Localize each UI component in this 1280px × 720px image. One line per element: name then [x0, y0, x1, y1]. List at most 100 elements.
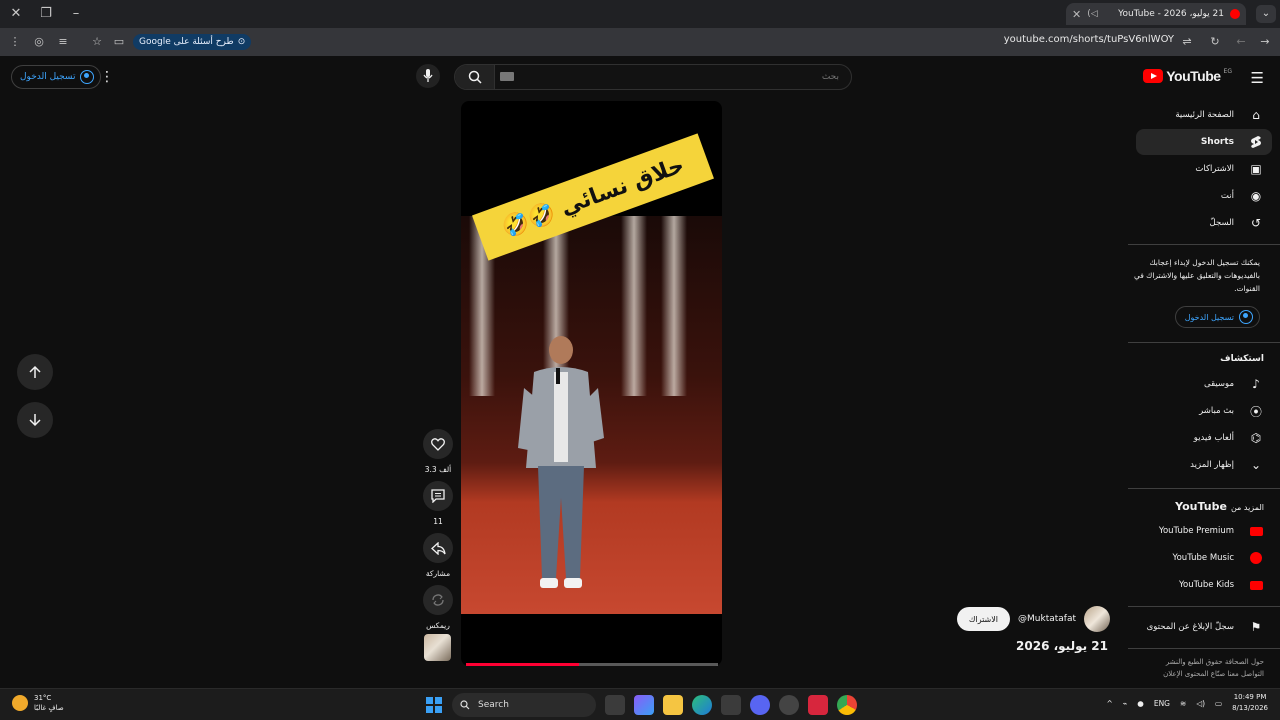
channel-row: الاشتراك @Muktatafat [956, 606, 1110, 632]
volume-icon[interactable]: ◁) [1196, 699, 1205, 708]
menu-icon[interactable]: ⋮ [8, 35, 22, 49]
app-icon[interactable] [779, 695, 799, 715]
reading-mode-icon[interactable]: ≡ [56, 35, 70, 49]
chevron-down-icon: ⌄ [1250, 458, 1262, 472]
home-icon: ⌂ [1252, 108, 1260, 122]
weather-sun-icon [12, 695, 28, 711]
sidebar-item-live[interactable]: بث مباشر ⦿ [1136, 398, 1272, 424]
search-input[interactable] [495, 72, 851, 82]
sidebar-item-shorts[interactable]: Shorts [1136, 129, 1272, 155]
guide-menu-icon[interactable]: ☰ [1251, 69, 1264, 87]
microphone-icon[interactable]: ● [1137, 699, 1144, 708]
ask-google-button[interactable]: ⊙ طرح أسئلة على Google [133, 34, 252, 50]
clock-time: 10:49 PM [1233, 693, 1267, 701]
sidebar-item-gaming[interactable]: ألعاب فيديو ⌬ [1136, 425, 1272, 451]
language-indicator[interactable]: ENG [1154, 699, 1170, 708]
logo-text: YouTube [1166, 68, 1221, 84]
sidebar-item-show-more[interactable]: إظهار المزيد ⌄ [1136, 452, 1272, 478]
windows-start-icon[interactable] [426, 697, 442, 713]
audio-source-thumbnail[interactable] [424, 634, 451, 661]
sidebar-item-home[interactable]: الصفحة الرئيسية ⌂ [1136, 102, 1272, 128]
sidebar-item-report-history[interactable]: سجلّ الإبلاغ عن المحتوى ⚑ [1136, 614, 1272, 640]
minimize-window-icon[interactable]: – [68, 6, 84, 22]
close-tab-icon[interactable]: ✕ [1072, 8, 1081, 21]
network-icon[interactable]: ⌁ [1123, 699, 1128, 708]
youtube-play-icon [1143, 69, 1164, 83]
signin-button[interactable]: تسجيل الدخول [11, 65, 102, 89]
clock[interactable]: 10:49 PM 8/13/2026 [1232, 692, 1268, 714]
app-icon[interactable] [808, 695, 828, 715]
wifi-icon[interactable]: ≋ [1180, 699, 1186, 708]
store-icon[interactable] [721, 695, 741, 715]
chevron-up-icon[interactable]: ^ [1106, 699, 1112, 708]
sidebar-item-subscriptions[interactable]: الاشتراكات ▣ [1136, 156, 1272, 182]
sidebar-item-kids[interactable]: YouTube Kids [1136, 572, 1272, 598]
sidebar-item-label: أنت [1220, 191, 1234, 201]
back-icon[interactable]: → [1258, 35, 1272, 49]
subscribe-button[interactable]: الاشتراك [956, 607, 1011, 631]
like-action: 3.3 ألف [422, 429, 454, 474]
search-button[interactable] [455, 65, 495, 89]
live-icon: ⦿ [1249, 404, 1262, 419]
forward-icon[interactable]: ← [1234, 35, 1248, 49]
share-button[interactable] [423, 533, 453, 563]
edge-icon[interactable] [692, 695, 712, 715]
youtube-logo[interactable]: YouTube EG [1143, 68, 1232, 84]
next-short-button[interactable] [17, 402, 53, 438]
search-icon [460, 700, 470, 710]
comments-button[interactable] [423, 481, 453, 511]
clock-date: 8/13/2026 [1232, 704, 1268, 712]
channel-handle[interactable]: @Muktatafat [1018, 614, 1076, 624]
bookmark-star-icon[interactable]: ☆ [90, 35, 104, 49]
sidebar-item-label: إظهار المزيد [1190, 460, 1234, 470]
channel-avatar[interactable] [1084, 606, 1110, 632]
weather-description: صافٍ غالبًا [34, 704, 64, 712]
cast-icon[interactable]: ▭ [112, 35, 126, 49]
discord-icon[interactable] [750, 695, 770, 715]
video-date: 21 يوليو، 2026 [1016, 639, 1108, 653]
taskbar: 31°C صافٍ غالبًا Search ^ ⌁ ● ENG ≋ ◁) ▭… [0, 688, 1280, 720]
profile-icon[interactable]: ◎ [32, 35, 46, 49]
sidebar-item-label: ألعاب فيديو [1193, 433, 1234, 443]
voice-search-button[interactable] [416, 64, 440, 88]
youtube-premium-icon [1248, 523, 1264, 539]
sidebar-item-music-app[interactable]: YouTube Music [1136, 545, 1272, 571]
url-field[interactable]: youtube.com/shorts/tuPsV6nlWOY [1004, 34, 1174, 45]
browser-tab[interactable]: 21 يوليو، 2026 - YouTube ◁) ✕ [1066, 3, 1246, 25]
footer-line[interactable]: التواصل معنا صنّاع المحتوى الإعلان [1124, 668, 1264, 680]
previous-short-button[interactable] [17, 354, 53, 390]
signin-message: يمكنك تسجيل الدخول لإبداء إعجابك بالفيدي… [1133, 258, 1260, 293]
taskbar-search[interactable]: Search [452, 693, 596, 717]
settings-kebab-icon[interactable]: ⋮ [100, 69, 114, 85]
subscriptions-icon: ▣ [1250, 162, 1262, 176]
gaming-icon: ⌬ [1250, 431, 1262, 445]
share-action: مشاركة [422, 533, 454, 578]
weather-widget[interactable]: 31°C صافٍ غالبًا [12, 693, 64, 713]
remix-button[interactable] [423, 585, 453, 615]
restore-window-icon[interactable]: ❐ [38, 6, 54, 22]
file-explorer-icon[interactable] [663, 695, 683, 715]
youtube-kids-icon [1248, 577, 1264, 593]
copilot-icon[interactable] [634, 695, 654, 715]
youtube-favicon-icon [1230, 9, 1240, 19]
footer-line[interactable]: حول الصحافة حقوق الطبع والنشر [1124, 656, 1264, 668]
sidebar-item-premium[interactable]: YouTube Premium [1136, 518, 1272, 544]
task-view-icon[interactable] [605, 695, 625, 715]
audio-icon[interactable]: ◁) [1087, 9, 1097, 19]
battery-icon[interactable]: ▭ [1215, 699, 1222, 708]
like-button[interactable] [423, 429, 453, 459]
close-window-icon[interactable]: ✕ [8, 6, 24, 22]
site-settings-icon[interactable]: ⇌ [1180, 35, 1194, 49]
sidebar-item-you[interactable]: أنت ◉ [1136, 183, 1272, 209]
keyboard-icon[interactable] [500, 72, 514, 81]
sidebar-signin-button[interactable]: تسجيل الدخول [1174, 306, 1260, 328]
chrome-icon[interactable] [837, 695, 857, 715]
sidebar-divider [1128, 488, 1280, 489]
sidebar-item-music[interactable]: موسيقى ♪ [1136, 371, 1272, 397]
tab-search-icon[interactable]: ⌄ [1256, 5, 1276, 23]
stage-light [661, 216, 687, 396]
short-video-player[interactable]: حلاق نسائي 🤣🤣 [461, 101, 722, 666]
reload-icon[interactable]: ↻ [1208, 35, 1222, 49]
microphone-icon [423, 69, 433, 82]
sidebar-item-history[interactable]: السجلّ ↺ [1136, 210, 1272, 236]
